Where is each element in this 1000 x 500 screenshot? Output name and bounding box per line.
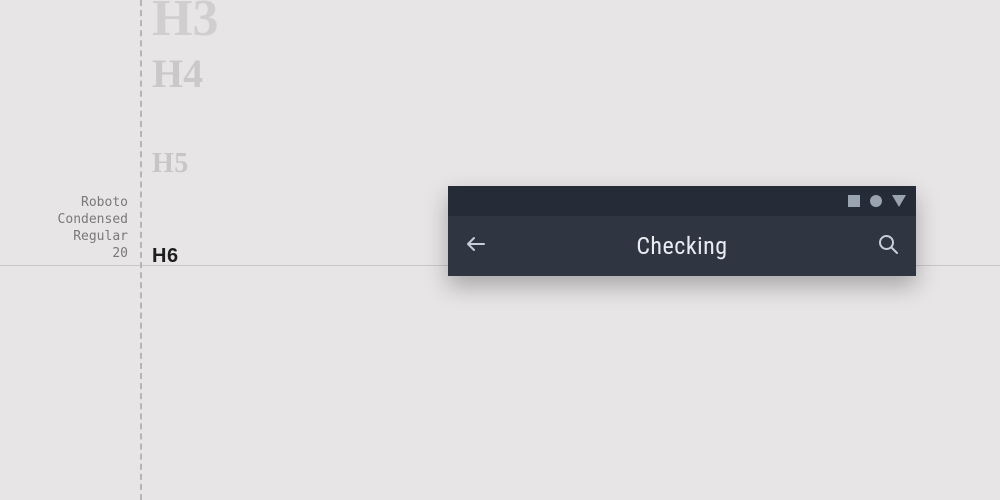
vertical-guideline (140, 0, 142, 500)
spec-font-size: 20 (0, 246, 128, 263)
search-button[interactable] (876, 232, 900, 261)
device-frame: Checking (448, 186, 916, 276)
heading-sample-h5: H5 (152, 150, 189, 178)
spec-font-variant: Condensed (0, 212, 128, 229)
status-circle-icon (870, 195, 882, 207)
heading-sample-h6: H6 (152, 246, 179, 266)
status-bar (448, 186, 916, 216)
type-spec-label: Roboto Condensed Regular 20 (0, 195, 128, 263)
status-triangle-icon (892, 195, 906, 207)
search-icon (876, 232, 900, 256)
spec-font-family: Roboto (0, 195, 128, 212)
back-arrow-icon (464, 232, 488, 256)
back-button[interactable] (464, 232, 488, 261)
status-square-icon (848, 195, 860, 207)
spec-font-weight: Regular (0, 229, 128, 246)
app-bar: Checking (448, 216, 916, 276)
heading-sample-h3: H3 (152, 0, 218, 45)
appbar-title: Checking (488, 232, 876, 260)
heading-sample-h4: H4 (152, 54, 203, 94)
